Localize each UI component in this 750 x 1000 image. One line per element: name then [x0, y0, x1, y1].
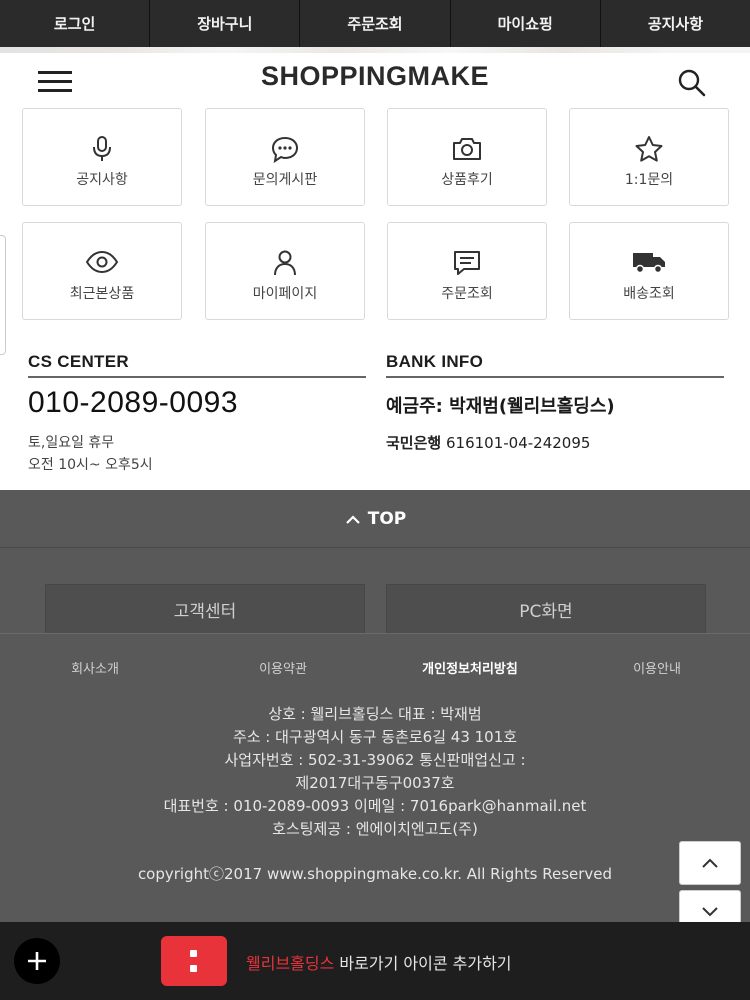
- tile-order-lookup[interactable]: 주문조회: [387, 222, 547, 320]
- plus-icon: [28, 952, 46, 970]
- tile-my-page[interactable]: 마이페이지: [205, 222, 365, 320]
- account-number: 616101-04-242095: [445, 434, 591, 452]
- microphone-icon: [23, 135, 181, 163]
- divider: [386, 376, 724, 378]
- customer-center-button[interactable]: 고객센터: [45, 584, 365, 634]
- company-info-line: 제2017대구동구0037호: [295, 774, 455, 792]
- link-guide[interactable]: 이용안내: [612, 658, 702, 677]
- company-info-line: 대표번호 : 010-2089-0093 이메일 : 7016park@hanm…: [163, 797, 587, 815]
- add-shortcut-link[interactable]: 웰리브홀딩스 바로가기 아이콘 추가하기: [246, 950, 512, 974]
- divider: [28, 376, 366, 378]
- link-company-intro[interactable]: 회사소개: [50, 658, 140, 677]
- chevron-down-icon: [702, 907, 718, 917]
- cs-center-title: CS CENTER: [28, 352, 129, 371]
- tile-product-review[interactable]: 상품후기: [387, 108, 547, 206]
- nav-notice[interactable]: 공지사항: [601, 0, 750, 47]
- search-icon[interactable]: [676, 67, 708, 99]
- tile-label: 공지사항: [76, 172, 128, 188]
- top-button[interactable]: TOP: [0, 490, 750, 548]
- side-tab[interactable]: [0, 235, 6, 355]
- cs-hours-closed: 토,일요일 휴무: [28, 435, 115, 451]
- app-shortcut-icon[interactable]: [161, 936, 227, 986]
- tile-label: 문의게시판: [252, 172, 318, 188]
- scroll-up-button[interactable]: [679, 841, 741, 885]
- tile-label: 배송조회: [623, 286, 675, 302]
- company-info-line: 호스팅제공 : 엔에이치엔고도(주): [272, 820, 478, 838]
- bank-info-title: BANK INFO: [386, 352, 484, 371]
- chat-bubble-icon: [206, 135, 364, 163]
- add-button[interactable]: [14, 938, 60, 984]
- cs-phone[interactable]: 010-2089-0093: [28, 386, 238, 420]
- message-icon: [388, 249, 546, 277]
- truck-icon: [570, 249, 728, 275]
- header: SHOPPINGMAKE: [0, 47, 750, 113]
- top-label: TOP: [367, 508, 407, 529]
- eye-icon: [23, 249, 181, 275]
- bottom-bar: 웰리브홀딩스 바로가기 아이콘 추가하기: [0, 922, 750, 1000]
- shortcut-text: 바로가기 아이콘 추가하기: [334, 954, 512, 973]
- cs-hours-open: 오전 10시~ 오후5시: [28, 457, 153, 473]
- star-icon: [570, 135, 728, 163]
- tile-notice[interactable]: 공지사항: [22, 108, 182, 206]
- divider: [0, 633, 750, 634]
- tile-delivery-lookup[interactable]: 배송조회: [569, 222, 729, 320]
- company-info-line: 주소 : 대구광역시 동구 동촌로6길 43 101호: [232, 728, 518, 746]
- tile-inquiry-board[interactable]: 문의게시판: [205, 108, 365, 206]
- link-privacy-policy[interactable]: 개인정보처리방침: [395, 658, 545, 677]
- tile-label: 상품후기: [441, 172, 493, 188]
- copyright: copyrightⓒ2017 www.shoppingmake.co.kr. A…: [137, 865, 613, 883]
- tile-one-to-one[interactable]: 1:1문의: [569, 108, 729, 206]
- tile-label: 마이페이지: [252, 286, 318, 302]
- chevron-up-icon: [702, 858, 718, 868]
- link-terms[interactable]: 이용약관: [238, 658, 328, 677]
- pc-view-button[interactable]: PC화면: [386, 584, 706, 634]
- footer: TOP 고객센터 PC화면 회사소개 이용약관 개인정보처리방침 이용안내 상호…: [0, 490, 750, 922]
- bank-holder: 예금주: 박재범(웰리브홀딩스): [386, 396, 615, 417]
- company-info-line: 사업자번호 : 502-31-39062 통신판매업신고 :: [224, 751, 526, 769]
- tile-label: 주문조회: [441, 286, 493, 302]
- camera-icon: [388, 135, 546, 163]
- bank-account: 국민은행 616101-04-242095: [386, 432, 590, 453]
- tile-recent-products[interactable]: 최근본상품: [22, 222, 182, 320]
- person-icon: [206, 249, 364, 277]
- top-nav: 로그인 장바구니 주문조회 마이쇼핑 공지사항: [0, 0, 750, 47]
- brand-name: 웰리브홀딩스: [246, 954, 335, 973]
- tile-label: 1:1문의: [624, 172, 674, 188]
- chevron-up-icon: [345, 514, 360, 524]
- site-logo[interactable]: SHOPPINGMAKE: [0, 61, 750, 92]
- nav-login[interactable]: 로그인: [0, 0, 151, 47]
- company-info-line: 상호 : 웰리브홀딩스 대표 : 박재범: [268, 705, 482, 723]
- nav-order-lookup[interactable]: 주문조회: [300, 0, 451, 47]
- tile-label: 최근본상품: [69, 286, 135, 302]
- nav-my-shopping[interactable]: 마이쇼핑: [451, 0, 601, 47]
- bank-name: 국민은행: [386, 434, 442, 452]
- nav-cart[interactable]: 장바구니: [150, 0, 301, 47]
